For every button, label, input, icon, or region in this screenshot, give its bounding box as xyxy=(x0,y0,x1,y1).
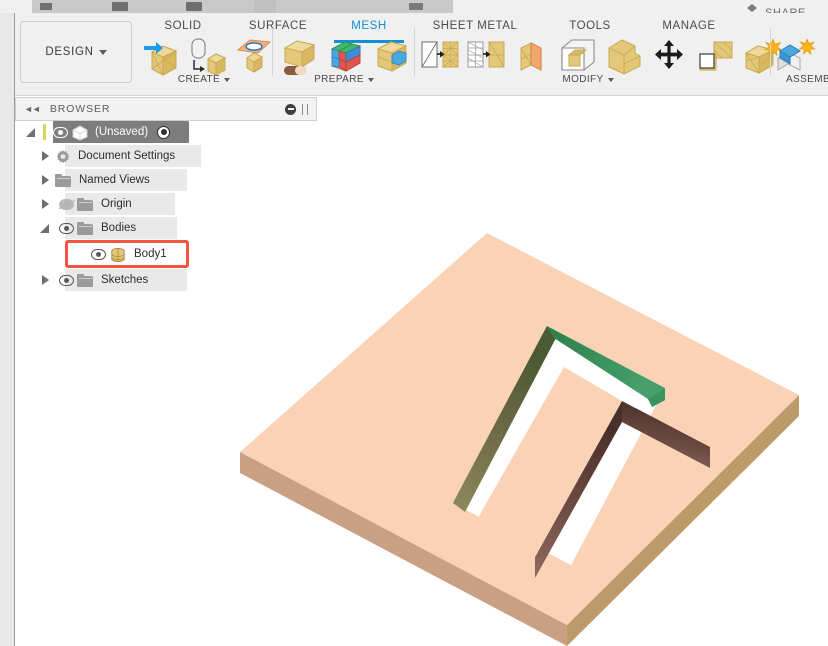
titlebar-glyph-extra[interactable] xyxy=(409,3,423,10)
tree-row-unsaved[interactable]: (Unsaved) xyxy=(15,120,315,144)
tree-label: Body1 xyxy=(134,248,167,260)
tree-label: Document Settings xyxy=(78,150,176,162)
visibility-eye-icon[interactable] xyxy=(90,248,106,260)
workspace-design-button[interactable]: DESIGN xyxy=(20,21,132,83)
group-label-text: CREATE xyxy=(177,74,221,85)
tree-label: Origin xyxy=(101,198,132,210)
share-button[interactable]: SHARE xyxy=(745,0,806,13)
new-component-icon[interactable] xyxy=(776,36,816,76)
folder-icon xyxy=(77,197,93,211)
separate-icon[interactable] xyxy=(372,36,412,76)
active-component-radio[interactable] xyxy=(157,125,171,139)
titlebar-glyph-menu[interactable] xyxy=(40,3,52,10)
gear-icon xyxy=(55,149,70,164)
joint-icon[interactable] xyxy=(822,36,828,76)
group-label-text: PREPARE xyxy=(314,74,364,85)
fusion-360-window: SHARE DESIGN SOLID SURFACE MESH SHEET ME… xyxy=(0,0,828,646)
plane-cut-icon[interactable] xyxy=(558,36,598,76)
ribbon-group-modify-label[interactable]: MODIFY xyxy=(528,74,648,85)
tree-label: Named Views xyxy=(79,174,150,186)
expander-closed-icon[interactable] xyxy=(42,275,49,285)
design-button-label: DESIGN xyxy=(45,46,94,58)
ribbon-separator xyxy=(770,28,771,76)
remesh-icon[interactable] xyxy=(420,36,460,76)
chevron-down-icon xyxy=(607,77,614,82)
tree-row-sketches[interactable]: Sketches xyxy=(15,268,315,292)
visibility-eye-icon[interactable] xyxy=(58,222,74,234)
erase-and-fill-icon[interactable] xyxy=(280,36,320,76)
ribbon-separator xyxy=(272,28,273,76)
titlebar-chunk-left xyxy=(32,0,254,13)
mesh-section-sketch-icon[interactable] xyxy=(234,36,274,76)
titlebar-chunk-mid xyxy=(254,0,276,13)
panel-grip-icon[interactable] xyxy=(302,103,308,115)
tab-label: MESH xyxy=(351,20,387,32)
left-rail xyxy=(0,13,15,646)
tab-label: SHEET METAL xyxy=(432,20,518,32)
tree-label: (Unsaved) xyxy=(95,126,149,138)
browser-panel-header: ◄◄ BROWSER xyxy=(15,97,317,121)
ribbon-group-modify: MODIFY xyxy=(420,34,783,85)
reduce-icon[interactable] xyxy=(466,36,506,76)
body-icon xyxy=(109,247,126,262)
expander-open-icon[interactable] xyxy=(40,223,49,233)
tab-label: TOOLS xyxy=(569,20,611,32)
ribbon-group-create-label[interactable]: CREATE xyxy=(142,74,266,85)
chevron-down-icon xyxy=(367,77,374,82)
folder-icon xyxy=(77,221,93,235)
minimize-icon[interactable] xyxy=(285,103,296,115)
tab-label: SOLID xyxy=(164,20,202,32)
ribbon-group-assemble-label[interactable]: ASSEMB xyxy=(776,74,828,85)
ribbon-group-prepare: PREPARE xyxy=(280,34,408,85)
tree-row-bodies[interactable]: Bodies xyxy=(15,216,315,240)
titlebar-glyph-undo[interactable] xyxy=(186,2,202,11)
expander-closed-icon[interactable] xyxy=(42,199,49,209)
ribbon-group-prepare-label[interactable]: PREPARE xyxy=(280,74,408,85)
ribbon-group-create: CREATE xyxy=(142,34,272,85)
folder-icon xyxy=(77,273,93,287)
move-copy-icon[interactable] xyxy=(650,36,690,76)
browser-title: BROWSER xyxy=(49,103,111,115)
unsaved-marker xyxy=(42,124,46,140)
visibility-eye-icon[interactable] xyxy=(52,126,68,138)
chevron-down-icon xyxy=(98,49,107,55)
expander-open-icon[interactable] xyxy=(26,127,35,137)
expander-closed-icon[interactable] xyxy=(42,175,49,185)
titlebar-chunk-right xyxy=(276,0,453,13)
brep-to-mesh-icon[interactable] xyxy=(188,36,228,76)
share-icon xyxy=(745,2,759,13)
visibility-eye-off-icon[interactable] xyxy=(58,198,75,210)
visibility-eye-icon[interactable] xyxy=(58,274,74,286)
make-closed-mesh-icon[interactable] xyxy=(512,36,552,76)
document-cube-icon xyxy=(71,124,88,141)
ribbon-group-assemble: ASSEMB xyxy=(776,34,828,85)
tree-label: Sketches xyxy=(101,274,149,286)
group-label-text: ASSEMB xyxy=(785,74,828,85)
group-label-text: MODIFY xyxy=(562,74,604,85)
model-solid xyxy=(240,233,799,646)
chevron-down-icon xyxy=(224,77,231,82)
smooth-icon[interactable] xyxy=(604,36,644,76)
titlebar-glyph-save[interactable] xyxy=(112,2,128,11)
folder-icon xyxy=(55,173,71,187)
tree-row-document-settings[interactable]: Document Settings xyxy=(15,144,315,168)
delete-icon[interactable] xyxy=(696,36,736,76)
body1-highlight-box xyxy=(65,240,189,268)
title-bar-cut: SHARE xyxy=(0,0,828,13)
tree-row-named-views[interactable]: Named Views xyxy=(15,168,315,192)
tree-row-origin[interactable]: Origin xyxy=(15,192,315,216)
segment-mesh-icon[interactable] xyxy=(326,36,366,76)
expander-closed-icon[interactable] xyxy=(42,151,49,161)
tab-label: MANAGE xyxy=(662,20,716,32)
ribbon-separator xyxy=(414,28,415,76)
create-mesh-icon[interactable] xyxy=(142,36,182,76)
collapse-left-icon[interactable]: ◄◄ xyxy=(24,104,41,114)
tree-label: Bodies xyxy=(101,222,137,234)
tab-label: SURFACE xyxy=(248,20,308,32)
